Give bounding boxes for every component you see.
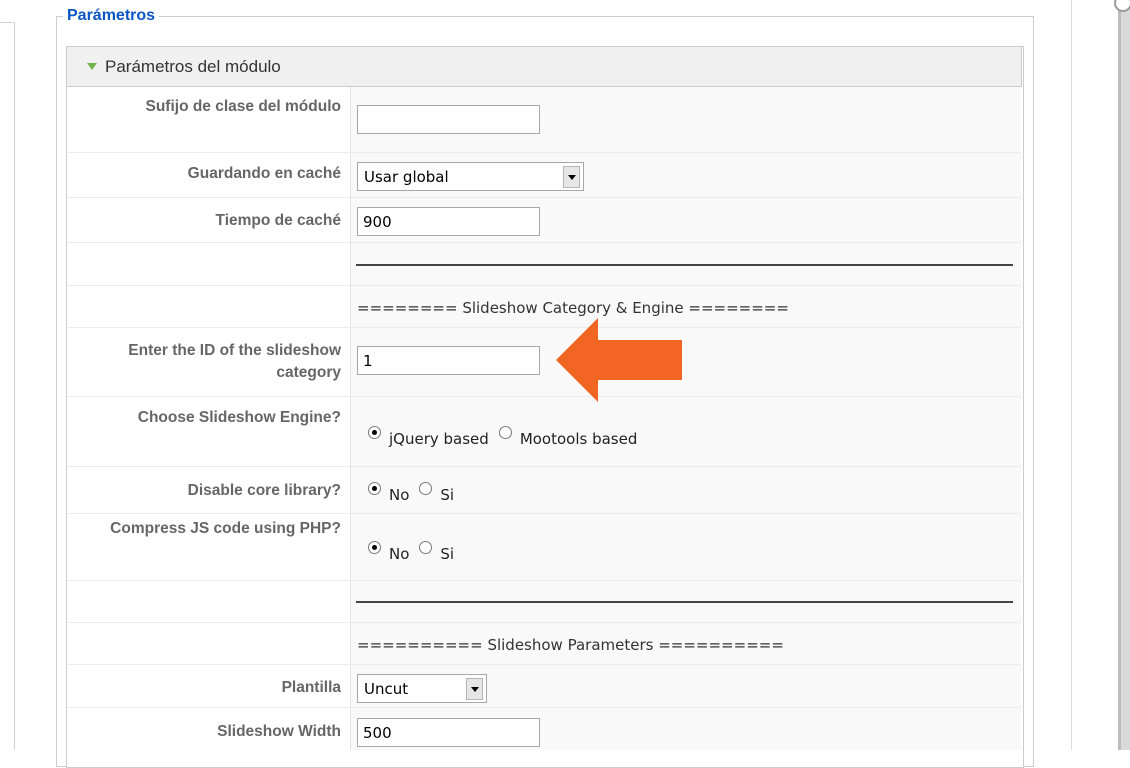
cache-time-input[interactable] (357, 207, 540, 236)
left-frame-line (0, 22, 14, 23)
scrollbar-knob[interactable] (1114, 0, 1130, 12)
template-label: Plantilla (281, 679, 341, 696)
disable-core-radio-si[interactable] (419, 481, 433, 495)
compress-radio-group: No Si (368, 540, 464, 563)
row-divider (67, 580, 1021, 581)
section-separator-category: ======== Slideshow Category & Engine ===… (357, 299, 789, 317)
triangle-down-icon (87, 63, 97, 70)
left-frame-border (14, 22, 15, 750)
template-select-value: Uncut (364, 679, 409, 698)
chevron-down-icon[interactable] (466, 677, 483, 700)
row-divider (67, 396, 1021, 397)
suffix-input[interactable] (357, 105, 540, 134)
row-divider (67, 242, 1021, 243)
compress-option-no: No (389, 545, 410, 563)
row-divider (67, 622, 1021, 623)
engine-option-mootools: Mootools based (519, 430, 638, 448)
row-divider (67, 327, 1021, 328)
scrollbar-edge (1118, 0, 1121, 750)
row-divider (67, 466, 1021, 467)
disable-core-option-no: No (389, 486, 410, 504)
suffix-label: Sufijo de clase del módulo (145, 98, 341, 115)
engine-radio-jquery[interactable] (368, 425, 381, 439)
row-divider (67, 197, 1021, 198)
compress-radio-si[interactable] (419, 540, 433, 554)
compress-option-si: Si (440, 545, 455, 563)
disable-core-label: Disable core library? (187, 482, 341, 499)
chevron-down-icon[interactable] (563, 165, 580, 188)
category-id-input[interactable] (357, 346, 540, 375)
row-divider (67, 513, 1021, 514)
column-divider (350, 87, 351, 750)
cache-label: Guardando en caché (187, 165, 341, 182)
engine-radio-group: jQuery based Mootools based (368, 425, 647, 448)
module-params-title: Parámetros del módulo (105, 56, 281, 76)
row-divider (67, 285, 1021, 286)
row-divider (67, 707, 1021, 708)
row-divider (67, 152, 1021, 153)
separator-line (356, 264, 1013, 266)
right-frame-border (1071, 0, 1072, 750)
slideshow-width-label: Slideshow Width (217, 723, 341, 740)
disable-core-option-si: Si (440, 486, 455, 504)
cache-time-label: Tiempo de caché (215, 212, 341, 229)
cache-select-value: Usar global (364, 167, 449, 186)
parameters-legend: Parámetros (67, 7, 156, 24)
compress-label: Compress JS code using PHP? (110, 520, 341, 537)
category-id-label: Enter the ID of the slideshow category (128, 342, 341, 381)
disable-core-radio-no[interactable] (368, 481, 381, 495)
template-select[interactable]: Uncut (357, 674, 487, 703)
section-separator-parameters: ========== Slideshow Parameters ========… (357, 636, 784, 654)
module-params-header[interactable]: Parámetros del módulo (66, 46, 1022, 87)
compress-radio-no[interactable] (368, 540, 381, 554)
disable-core-radio-group: No Si (368, 481, 464, 504)
engine-label: Choose Slideshow Engine? (137, 409, 341, 426)
cache-select[interactable]: Usar global (357, 162, 584, 191)
arrow-left-icon (556, 318, 682, 402)
engine-radio-mootools[interactable] (498, 425, 512, 439)
engine-option-jquery: jQuery based (389, 430, 489, 448)
separator-line (356, 601, 1013, 603)
row-divider (67, 664, 1021, 665)
slideshow-width-input[interactable] (357, 718, 540, 747)
